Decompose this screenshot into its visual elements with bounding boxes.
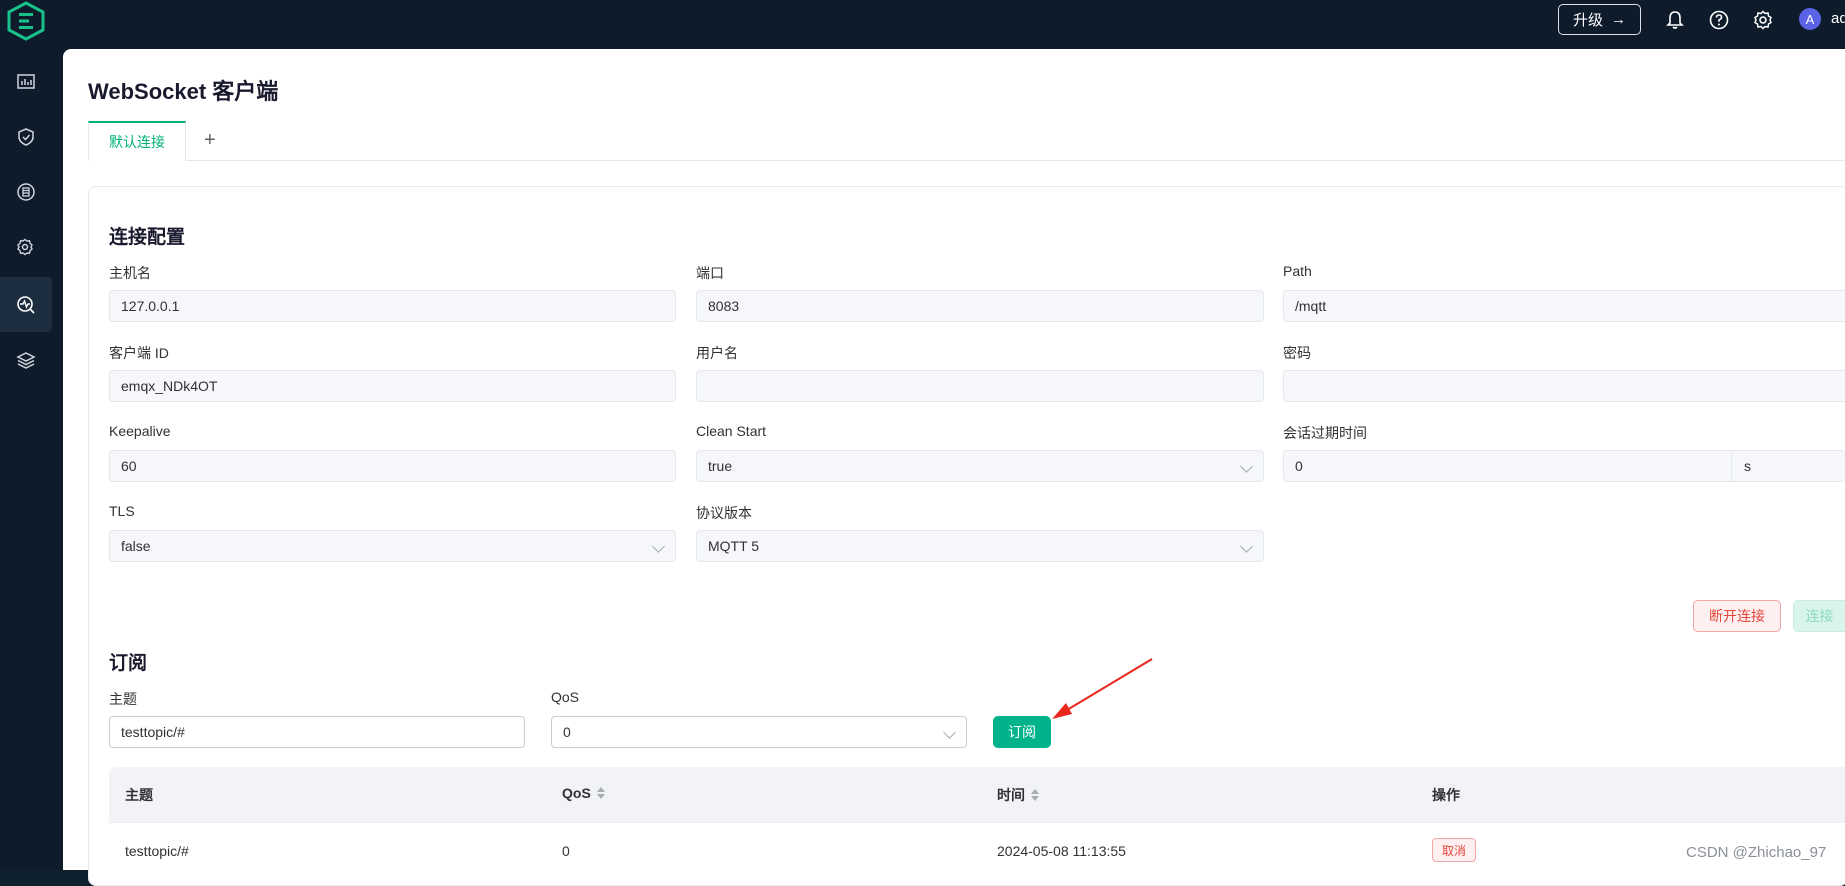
sidebar-item-integration[interactable] [0, 164, 52, 219]
topic-input[interactable]: testtopic/# [109, 716, 525, 748]
column-topic: 主题 [125, 785, 153, 805]
subscriptions-table: 主题 QoS 时间 操作 testtopic/# 0 2024-05-08 11… [109, 767, 1845, 870]
port-value: 8083 [708, 298, 740, 314]
client-id-value: emqx_NDk4OT [121, 378, 218, 394]
qos-value: 0 [563, 724, 571, 740]
session-expiry-unit-value: s [1744, 458, 1751, 474]
tls-value: false [121, 538, 151, 554]
topic-label: 主题 [109, 691, 137, 707]
row-time: 2024-05-08 11:13:55 [997, 843, 1126, 859]
sort-icon[interactable] [1031, 789, 1039, 801]
clean-start-label: Clean Start [696, 423, 767, 439]
dashboard-icon [17, 73, 35, 89]
qos-select[interactable]: 0 [551, 716, 967, 748]
keepalive-label: Keepalive [109, 423, 171, 439]
password-input[interactable] [1283, 370, 1845, 402]
top-bar: 升级 → A ad [0, 0, 1845, 49]
clean-start-value: true [708, 458, 733, 474]
qos-label: QoS [551, 689, 580, 705]
connect-button[interactable]: 连接 [1793, 600, 1845, 632]
protocol-select[interactable]: MQTT 5 [696, 530, 1264, 562]
page-title: WebSocket 客户端 [88, 79, 279, 104]
host-input[interactable]: 127.0.0.1 [109, 290, 676, 322]
settings-gear-icon[interactable] [1752, 9, 1774, 31]
unsubscribe-button[interactable]: 取消 [1432, 838, 1476, 862]
password-label: 密码 [1283, 345, 1311, 361]
chevron-down-icon [1240, 540, 1253, 553]
chevron-down-icon [1240, 460, 1253, 473]
shield-check-icon [18, 127, 34, 146]
row-topic: testtopic/# [125, 843, 189, 859]
chevron-down-icon [652, 540, 665, 553]
tab-label: 默认连接 [109, 133, 165, 150]
host-label: 主机名 [109, 265, 151, 281]
table-row: testtopic/# 0 2024-05-08 11:13:55 取消 [109, 822, 1845, 870]
column-time-label: 时间 [997, 787, 1025, 803]
tls-label: TLS [109, 503, 135, 519]
column-action: 操作 [1432, 785, 1460, 805]
protocol-label: 协议版本 [696, 505, 752, 521]
sidebar-item-extensions[interactable] [0, 332, 52, 387]
data-integration-icon [17, 182, 35, 201]
sidebar [0, 49, 63, 870]
sidebar-item-management[interactable] [0, 219, 52, 274]
host-value: 127.0.0.1 [121, 298, 180, 314]
column-qos[interactable]: QoS [562, 785, 605, 801]
add-tab-icon[interactable]: + [204, 129, 216, 152]
tls-select[interactable]: false [109, 530, 676, 562]
avatar[interactable]: A [1799, 8, 1821, 30]
connection-tabs: 默认连接 + [88, 121, 1845, 161]
session-expiry-unit[interactable]: s [1731, 450, 1845, 482]
session-expiry-label: 会话过期时间 [1283, 425, 1367, 441]
path-input[interactable]: /mqtt [1283, 290, 1845, 322]
column-time[interactable]: 时间 [997, 785, 1039, 805]
sidebar-item-diagnose[interactable] [0, 277, 52, 332]
keepalive-input[interactable]: 60 [109, 450, 676, 482]
user-name[interactable]: ad [1831, 10, 1845, 27]
session-expiry-input[interactable]: 0 [1283, 450, 1732, 482]
username-input[interactable] [696, 370, 1264, 402]
disconnect-button[interactable]: 断开连接 [1693, 600, 1781, 632]
upgrade-button[interactable]: 升级 → [1558, 4, 1641, 35]
upgrade-label: 升级 [1572, 12, 1603, 29]
layers-icon [16, 351, 36, 369]
username-label: 用户名 [696, 345, 738, 361]
session-expiry-value: 0 [1295, 458, 1303, 474]
column-action-label: 操作 [1432, 787, 1460, 803]
port-input[interactable]: 8083 [696, 290, 1264, 322]
port-label: 端口 [696, 265, 724, 281]
arrow-right-icon: → [1611, 11, 1626, 28]
help-icon[interactable] [1708, 9, 1730, 31]
chevron-down-icon [943, 726, 956, 739]
management-gear-icon [17, 238, 33, 255]
client-id-label: 客户端 ID [109, 345, 169, 361]
watermark: CSDN @Zhichao_97 [1686, 844, 1827, 861]
column-qos-label: QoS [562, 785, 591, 801]
subscribe-button[interactable]: 订阅 [993, 716, 1051, 748]
clean-start-select[interactable]: true [696, 450, 1264, 482]
connection-config-title: 连接配置 [109, 227, 186, 248]
bell-icon[interactable] [1664, 9, 1686, 31]
sidebar-item-access-control[interactable] [0, 109, 52, 164]
emqx-logo-icon[interactable] [4, 0, 48, 42]
protocol-value: MQTT 5 [708, 538, 760, 554]
sort-icon[interactable] [596, 787, 605, 799]
path-label: Path [1283, 263, 1312, 279]
keepalive-value: 60 [121, 458, 137, 474]
column-topic-label: 主题 [125, 787, 153, 803]
path-value: /mqtt [1295, 298, 1327, 314]
tab-default-connection[interactable]: 默认连接 [88, 121, 186, 161]
row-qos: 0 [562, 843, 570, 859]
diagnose-icon [17, 295, 35, 314]
avatar-initial: A [1805, 11, 1815, 27]
topic-value: testtopic/# [121, 724, 185, 740]
subscribe-title: 订阅 [109, 653, 148, 674]
client-id-input[interactable]: emqx_NDk4OT [109, 370, 676, 402]
sidebar-item-dashboard[interactable] [0, 54, 52, 109]
table-header: 主题 QoS 时间 操作 [109, 767, 1845, 822]
